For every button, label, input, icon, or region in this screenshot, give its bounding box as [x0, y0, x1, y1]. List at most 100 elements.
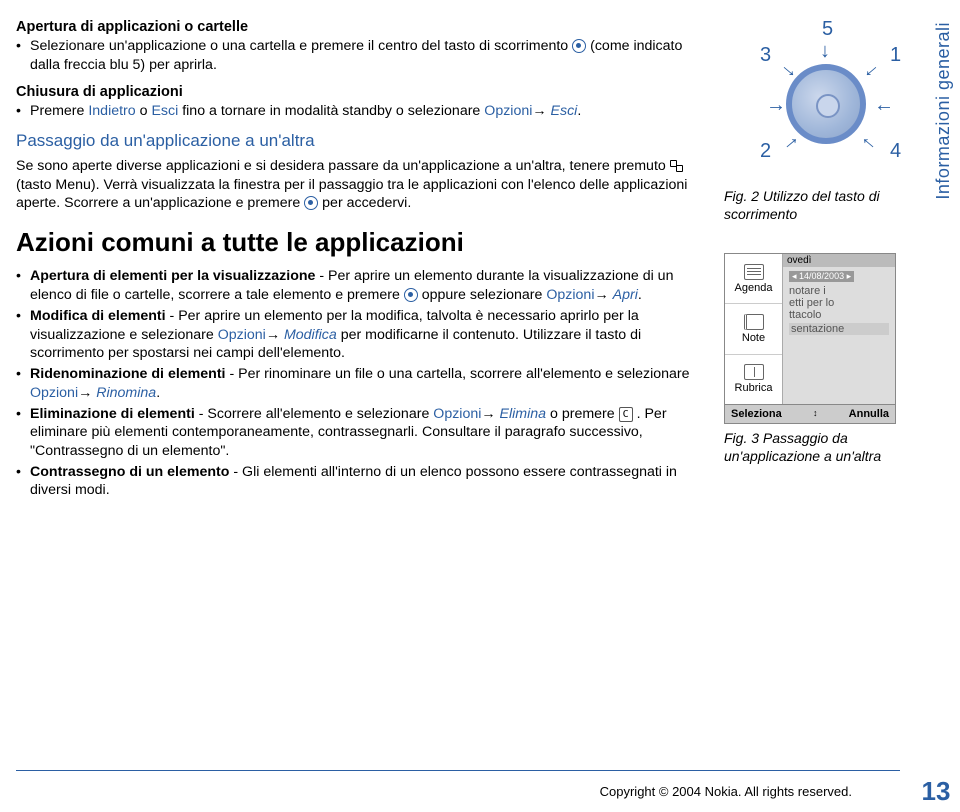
- p-passaggio: Se sono aperte diverse applicazioni e si…: [16, 157, 702, 213]
- side-tab-label: Informazioni generali: [933, 22, 954, 200]
- m1: Agenda: [735, 282, 773, 294]
- menu-note: Note: [725, 304, 782, 354]
- menu-rubrica: Rubrica: [725, 355, 782, 404]
- bullet-open: Apertura di elementi per la visualizzazi…: [16, 267, 702, 304]
- arrow-left-icon: ←: [874, 94, 894, 117]
- soft-left: Seleziona: [731, 408, 782, 420]
- list-common: Apertura di elementi per la visualizzazi…: [16, 267, 702, 500]
- b3-end: .: [156, 385, 160, 401]
- b4-link: Opzioni: [433, 406, 481, 422]
- soft-right: Annulla: [849, 408, 889, 420]
- main-columns: Apertura di applicazioni o cartelle Sele…: [0, 0, 960, 740]
- p3c: per accedervi.: [318, 195, 411, 211]
- phone-menu: Agenda Note Rubrica: [725, 254, 783, 404]
- b4-bold: Eliminazione di elementi: [30, 406, 195, 422]
- b4-ital: Elimina: [500, 406, 547, 422]
- b1-end: .: [638, 287, 642, 303]
- notepad-icon: [744, 314, 764, 330]
- h-azioni-comuni: Azioni comuni a tutte le applicazioni: [16, 225, 702, 259]
- b4-b: o premere: [546, 406, 619, 422]
- arrow-diag1-icon: ←: [855, 54, 885, 84]
- t-pre: Premere: [30, 103, 88, 119]
- h-apertura: Apertura di applicazioni o cartelle: [16, 18, 702, 37]
- b3-ital: Rinomina: [96, 385, 156, 401]
- figure-column: ↓ → ← → ← → ← 5 3 1 2 4 Fig. 2 Utilizzo …: [718, 16, 948, 740]
- arrow-diag4-icon: ←: [855, 126, 885, 156]
- num3: 3: [760, 44, 771, 67]
- pc-date: ◂ 14/08/2003 ▸: [789, 271, 854, 282]
- t-end: .: [577, 103, 581, 119]
- fig2-diagram: ↓ → ← → ← → ← 5 3 1 2 4: [722, 22, 932, 182]
- footer: Copyright © 2004 Nokia. All rights reser…: [0, 770, 960, 812]
- b2-ital: Modifica: [284, 327, 337, 343]
- t-mid1: o: [136, 103, 152, 119]
- joystick-icon-2: [304, 196, 318, 210]
- b3-arrow: →: [78, 385, 96, 401]
- ital-esci: Esci: [551, 103, 578, 119]
- menu-key-icon: [670, 158, 684, 172]
- m2: Note: [742, 332, 765, 344]
- fig3-caption: Fig. 3 Passaggio da un'applicazione a un…: [718, 430, 948, 465]
- page-number: 13: [912, 776, 960, 807]
- b1-or: oppure selezionare: [422, 287, 547, 303]
- link-opzioni: Opzioni: [484, 103, 532, 119]
- num2: 2: [760, 140, 771, 163]
- pc-l2: etti per lo: [789, 297, 889, 309]
- phone-body: Agenda Note Rubrica ovedì ◂ 14/08/2003 ▸…: [725, 254, 895, 404]
- contacts-icon: [744, 364, 764, 380]
- joystick-icon-3: [404, 288, 418, 302]
- num4: 4: [890, 140, 901, 163]
- text-column: Apertura di applicazioni o cartelle Sele…: [16, 16, 718, 740]
- bullet-delete: Eliminazione di elementi - Scorrere all'…: [16, 405, 702, 461]
- p3a: Se sono aperte diverse applicazioni e si…: [16, 158, 670, 174]
- bullet-mark: Contrassegno di un elemento - Gli elemen…: [16, 463, 702, 500]
- bullet-apertura-text: Selezionare un'applicazione o una cartel…: [30, 38, 568, 54]
- t-mid2: fino a tornare in modalità standby o sel…: [178, 103, 484, 119]
- scroll-key-illustration: [786, 64, 866, 144]
- num5: 5: [822, 18, 833, 41]
- arrow-right-icon: →: [766, 94, 786, 117]
- h-passaggio: Passaggio da un'applicazione a un'altra: [16, 130, 702, 152]
- num1: 1: [890, 44, 901, 67]
- calendar-icon: [744, 264, 764, 280]
- phone-content: ovedì ◂ 14/08/2003 ▸ notare i etti per l…: [783, 254, 895, 404]
- m3: Rubrica: [735, 382, 773, 394]
- b5-bold: Contrassegno di un elemento: [30, 464, 229, 480]
- b1-ital: Apri: [613, 287, 638, 303]
- link-esci: Esci: [151, 103, 178, 119]
- list-apertura: Selezionare un'applicazione o una cartel…: [16, 37, 702, 74]
- b3-bold: Ridenominazione di elementi: [30, 366, 226, 382]
- pc-l3: ttacolo: [789, 309, 889, 321]
- bullet-modify: Modifica di elementi - Per aprire un ele…: [16, 307, 702, 363]
- pc-l4: sentazione: [789, 323, 889, 335]
- t-arrow: →: [532, 103, 550, 119]
- b1-link: Opzioni: [546, 287, 594, 303]
- c-key-icon: C: [619, 407, 633, 422]
- b2-bold: Modifica di elementi: [30, 308, 166, 324]
- joystick-icon: [572, 39, 586, 53]
- list-chiusura: Premere Indietro o Esci fino a tornare i…: [16, 102, 702, 121]
- link-indietro: Indietro: [88, 103, 135, 119]
- soft-mid-icon: ↕: [813, 408, 818, 420]
- b3-link: Opzioni: [30, 385, 78, 401]
- b3-a: - Per rinominare un file o una cartella,…: [226, 366, 690, 382]
- phone-softkeys: Seleziona ↕ Annulla: [725, 404, 895, 423]
- b1-arrow: →: [594, 287, 612, 303]
- menu-agenda: Agenda: [725, 254, 782, 304]
- bullet-rename: Ridenominazione di elementi - Per rinomi…: [16, 365, 702, 402]
- b4-a: - Scorrere all'elemento e selezionare: [195, 406, 434, 422]
- b2-link: Opzioni: [218, 327, 266, 343]
- fig3-phone: Agenda Note Rubrica ovedì ◂ 14/08/2003 ▸…: [724, 253, 896, 424]
- fig2-caption: Fig. 2 Utilizzo del tasto di scorrimento: [718, 188, 948, 223]
- bullet-chiusura: Premere Indietro o Esci fino a tornare i…: [16, 102, 702, 121]
- b1-bold: Apertura di elementi per la visualizzazi…: [30, 268, 315, 284]
- pc-head: ovedì: [783, 254, 895, 267]
- arrow-down-icon: ↓: [820, 40, 830, 63]
- b4-arrow: →: [481, 406, 499, 422]
- b2-arrow: →: [266, 327, 284, 343]
- h-chiusura: Chiusura di applicazioni: [16, 83, 702, 102]
- footer-rule: [16, 770, 900, 771]
- pc-l1: notare i: [789, 285, 889, 297]
- bullet-apertura: Selezionare un'applicazione o una cartel…: [16, 37, 702, 74]
- copyright: Copyright © 2004 Nokia. All rights reser…: [600, 784, 852, 799]
